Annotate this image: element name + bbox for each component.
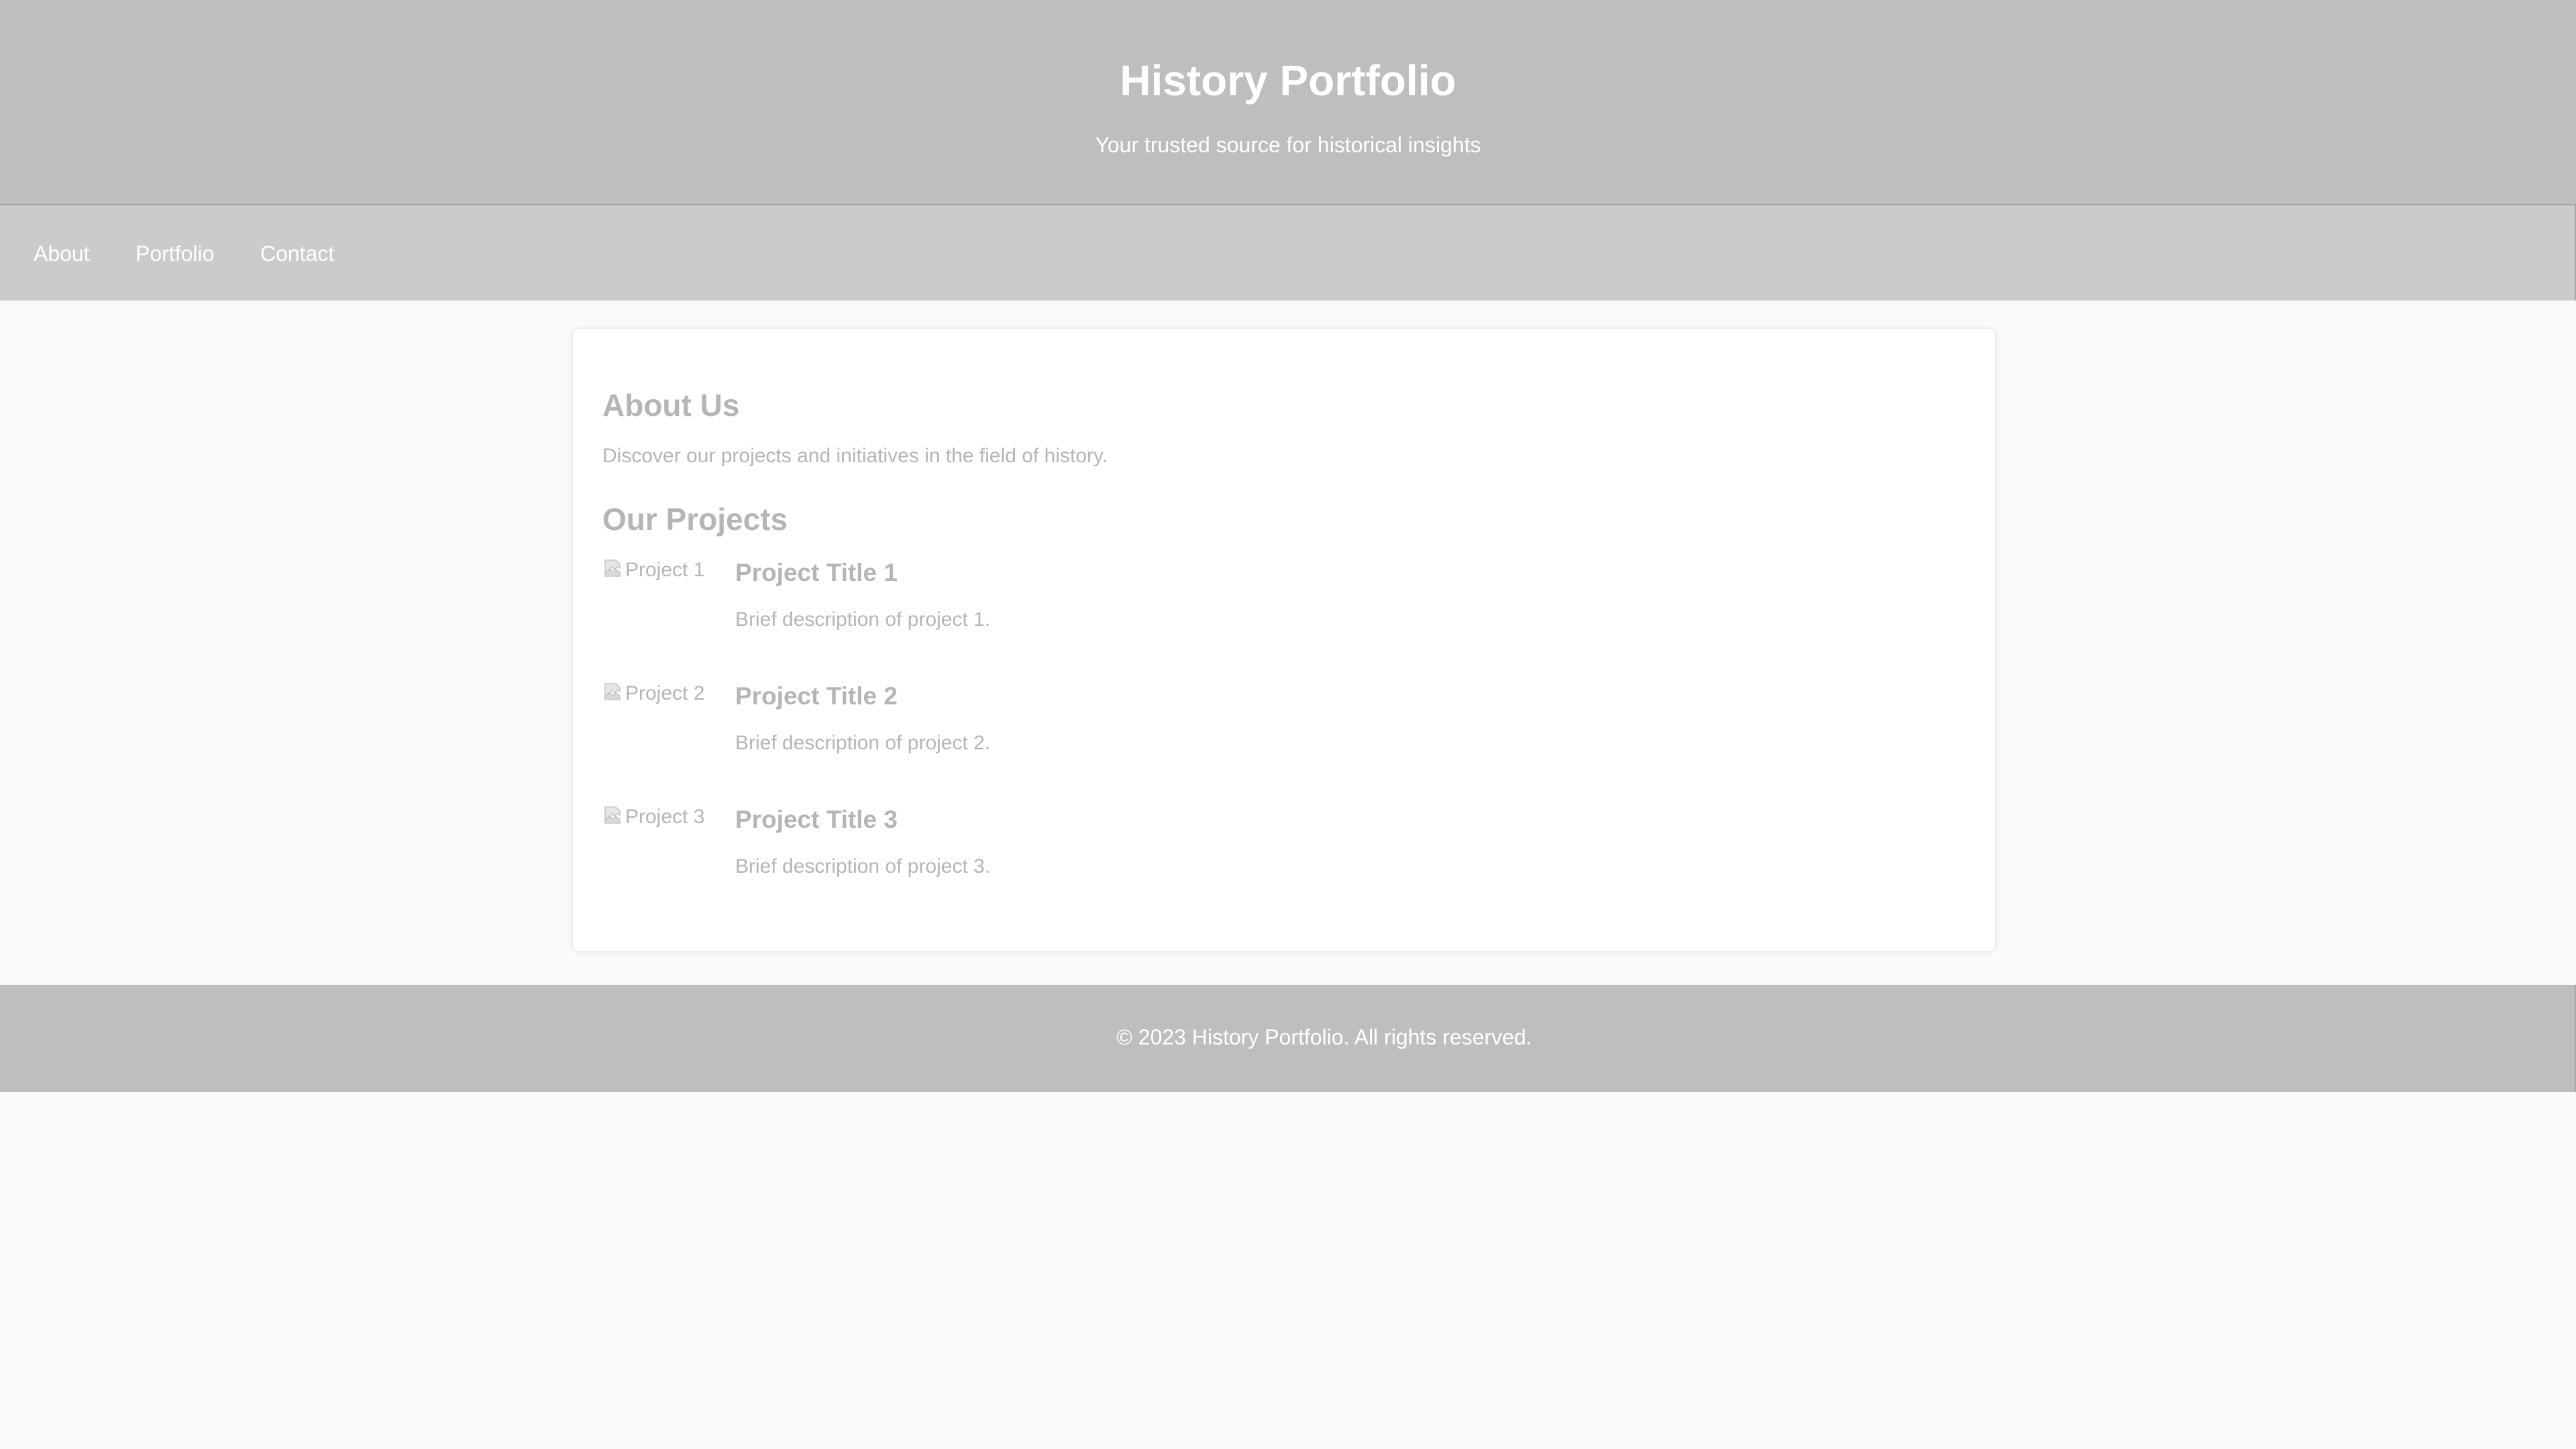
site-header: History Portfolio Your trusted source fo… <box>0 0 2576 205</box>
footer-copyright: © 2023 History Portfolio. All rights res… <box>1116 1025 1532 1049</box>
main-nav: About Portfolio Contact <box>0 205 2576 301</box>
project-image[interactable]: Project 2 <box>602 680 704 707</box>
project-image[interactable]: Project 3 <box>602 804 704 830</box>
about-text: Discover our projects and initiatives in… <box>602 445 1108 467</box>
project-title: Project Title 1 <box>735 559 898 586</box>
project-description: Brief description of project 2. <box>735 732 991 754</box>
site-title: History Portfolio <box>1120 56 1456 105</box>
project-image-alt: Project 2 <box>625 682 705 704</box>
project-image-alt: Project 1 <box>625 559 705 581</box>
projects-heading: Our Projects <box>602 502 788 537</box>
project-title: Project Title 2 <box>735 682 898 710</box>
project-image[interactable]: Project 1 <box>602 557 704 584</box>
content-card: About Us Discover our projects and initi… <box>572 327 1996 953</box>
broken-image-icon <box>604 559 621 577</box>
project-description: Brief description of project 1. <box>735 608 991 631</box>
nav-link-portfolio[interactable]: Portfolio <box>136 240 214 267</box>
project-title: Project Title 3 <box>735 806 898 833</box>
project-item: Project 1 Project Title 1 Brief descript… <box>602 557 1877 651</box>
nav-link-about[interactable]: About <box>34 240 90 267</box>
site-footer: © 2023 History Portfolio. All rights res… <box>0 985 2576 1092</box>
nav-link-contact[interactable]: Contact <box>260 240 334 267</box>
project-item: Project 2 Project Title 2 Brief descript… <box>602 680 1877 774</box>
site-tagline: Your trusted source for historical insig… <box>1095 133 1481 157</box>
project-image-alt: Project 3 <box>625 806 705 828</box>
broken-image-icon <box>604 683 621 700</box>
about-heading: About Us <box>602 388 740 423</box>
project-item: Project 3 Project Title 3 Brief descript… <box>602 804 1877 898</box>
broken-image-icon <box>604 806 621 824</box>
project-description: Brief description of project 3. <box>735 855 991 877</box>
